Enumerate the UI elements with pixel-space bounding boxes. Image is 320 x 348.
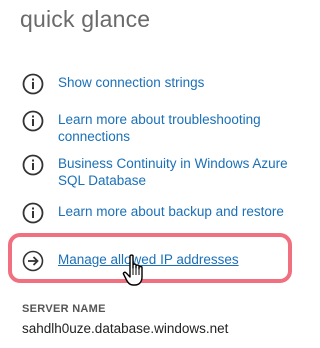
hand-cursor-icon bbox=[122, 254, 143, 286]
info-icon bbox=[22, 202, 44, 224]
link-label[interactable]: Business Continuity in Windows Azure SQL… bbox=[58, 155, 298, 189]
panel-title: quick glance bbox=[20, 6, 151, 32]
info-icon bbox=[22, 154, 44, 176]
server-name-label: SERVER NAME bbox=[22, 303, 106, 315]
info-icon bbox=[22, 110, 44, 132]
link-label[interactable]: Show connection strings bbox=[58, 74, 298, 91]
link-label[interactable]: Manage allowed IP addresses bbox=[58, 251, 298, 268]
arrow-right-icon bbox=[22, 250, 44, 272]
server-name-value: sahdlh0uze.database.windows.net bbox=[22, 321, 229, 336]
info-icon bbox=[22, 73, 44, 95]
link-label[interactable]: Learn more about troubleshooting connect… bbox=[58, 111, 298, 145]
link-label[interactable]: Learn more about backup and restore bbox=[58, 203, 298, 220]
quick-glance-panel: quick glance Show connection strings Lea… bbox=[0, 0, 311, 348]
